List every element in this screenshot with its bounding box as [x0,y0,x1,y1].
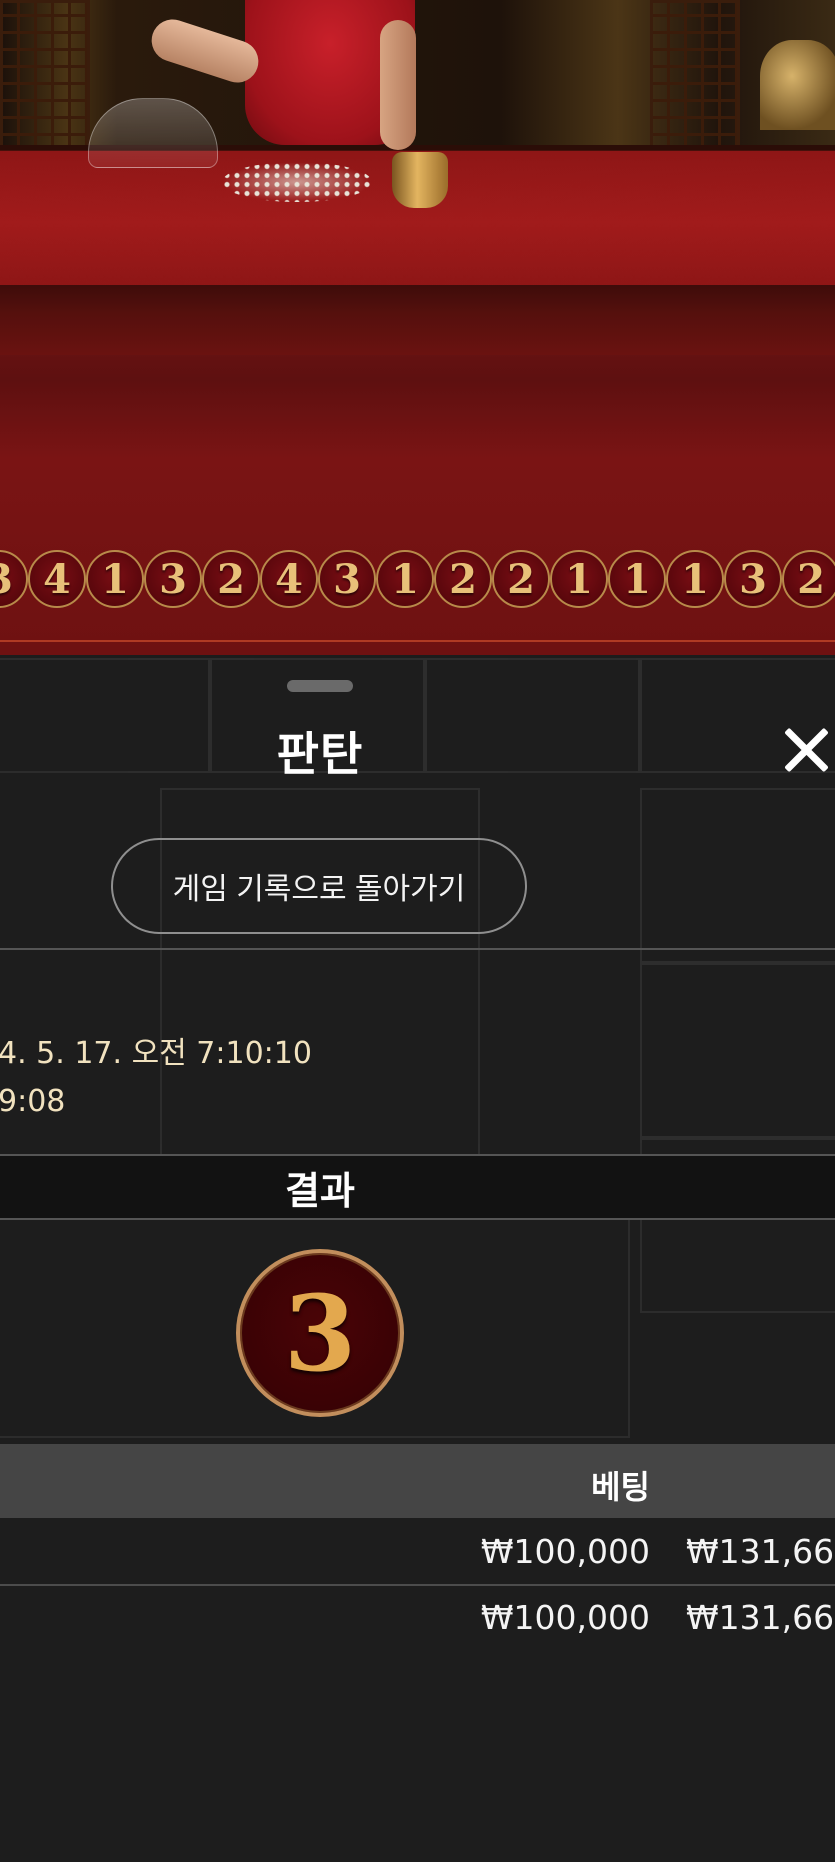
road-result-ball: 2 [782,550,835,608]
dealer-arm-right [380,20,416,150]
round-datetime: 4. 5. 17. 오전 7:10:10 [0,1028,312,1072]
road-result-ball: 2 [492,550,550,608]
table-rail [0,285,835,355]
road-divider [0,640,835,654]
road-result-ball: 3 [0,550,28,608]
result-ball: 3 [236,1249,404,1417]
road-result-ball: 3 [318,550,376,608]
close-icon[interactable] [776,722,834,780]
back-to-history-button[interactable]: 게임 기록으로 돌아가기 [111,838,527,934]
road-result-ball: 2 [202,550,260,608]
round-detail-sheet: 판탄 게임 기록으로 돌아가기 4. 5. 17. 오전 7:10:10 9:0… [0,658,835,1862]
road-result-ball: 1 [666,550,724,608]
brass-cup [392,152,448,208]
road-result-ball: 1 [86,550,144,608]
road-result-ball: 2 [434,550,492,608]
payout-amount: ₩131,66 [686,1598,834,1637]
round-duration: 9:08 [0,1084,65,1119]
bet-amount: ₩100,000 [460,1532,650,1571]
road-result-ball: 1 [608,550,666,608]
column-header-bet: 베팅 [550,1462,650,1508]
dragon-statue [760,40,835,130]
road-result-ball: 3 [724,550,782,608]
road-result-ball: 4 [28,550,86,608]
history-road: 341324312211132 [0,550,835,618]
bead-pile [222,162,372,202]
road-result-ball: 4 [260,550,318,608]
road-result-ball: 3 [144,550,202,608]
result-label: 결과 [0,1160,640,1215]
bets-table-header [0,1444,835,1518]
bet-amount: ₩100,000 [460,1598,650,1637]
sheet-title: 판탄 [0,718,640,784]
live-video-feed: 341324312211132 [0,0,835,655]
payout-amount: ₩131,66 [686,1532,834,1571]
road-result-ball: 1 [376,550,434,608]
divider [0,948,835,950]
road-result-ball: 1 [550,550,608,608]
row-divider [0,1584,835,1586]
drag-handle[interactable] [287,680,353,692]
